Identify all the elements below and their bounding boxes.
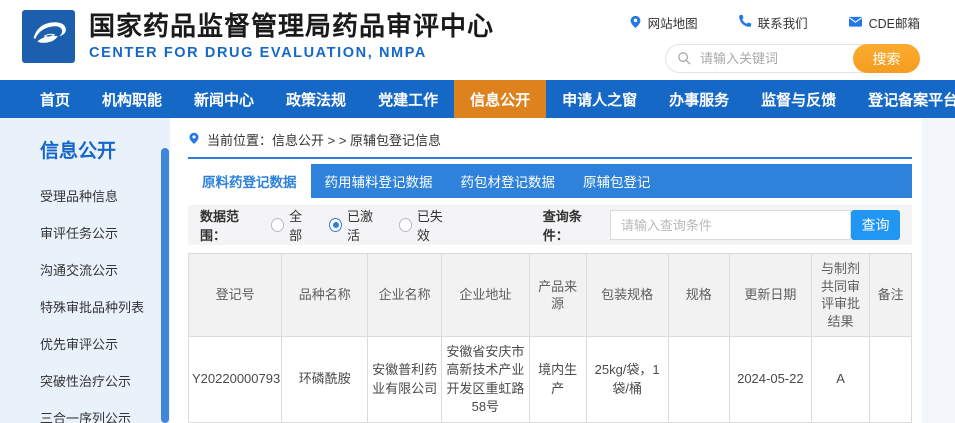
quick-link-contact[interactable]: 联系我们 (738, 13, 808, 32)
sidebar-item-communication[interactable]: 沟通交流公示 (40, 251, 170, 288)
header-cell-remarks: 备注 (870, 254, 912, 337)
cell-company-address: 安徽省安庆市高新技术产业开发区重虹路58号 (442, 337, 530, 423)
radio-label: 全部 (289, 206, 313, 244)
header-cell-reg-number: 登记号 (189, 254, 282, 337)
sidebar-item-review-tasks[interactable]: 审评任务公示 (40, 214, 170, 251)
quick-link-label: 联系我们 (758, 13, 808, 32)
right-margin-strip (922, 118, 955, 423)
main-panel: 当前位置：信息公开 > > 原辅包登记信息 原料药登记数据 药用辅料登记数据 药… (170, 118, 922, 423)
table-header-row: 登记号 品种名称 企业名称 企业地址 产品来源 包装规格 规格 更新日期 与制剂… (189, 254, 912, 337)
breadcrumb-pin-icon (188, 131, 200, 148)
location-pin-icon (629, 14, 642, 32)
sidebar: 信息公开 受理品种信息 审评任务公示 沟通交流公示 特殊审批品种列表 优先审评公… (0, 118, 170, 423)
nav-item-applicant-window[interactable]: 申请人之窗 (546, 80, 653, 118)
quick-links: 网站地图 联系我们 CDE邮箱 (629, 13, 920, 32)
radio-label: 已激活 (347, 206, 383, 244)
nav-item-policies[interactable]: 政策法规 (270, 80, 362, 118)
cell-product-source: 境内生产 (529, 337, 586, 423)
header-cell-variety-name: 品种名称 (282, 254, 368, 337)
sidebar-item-priority-review[interactable]: 优先审评公示 (40, 325, 170, 362)
sidebar-item-accepted-varieties[interactable]: 受理品种信息 (40, 177, 170, 214)
tab-registration[interactable]: 原辅包登记 (569, 164, 665, 198)
logo-swoosh-icon (27, 12, 71, 61)
nav-item-home[interactable]: 首页 (24, 80, 86, 118)
cell-spec (668, 337, 729, 423)
nav-item-services[interactable]: 办事服务 (653, 80, 745, 118)
radio-label: 已失效 (417, 206, 453, 244)
radio-activated[interactable]: 已激活 (329, 206, 383, 244)
header-cell-company-address: 企业地址 (442, 254, 530, 337)
quick-link-label: CDE邮箱 (869, 13, 920, 32)
header-cell-product-source: 产品来源 (529, 254, 586, 337)
quick-link-label: 网站地图 (648, 13, 698, 32)
tab-api-data[interactable]: 原料药登记数据 (188, 164, 311, 198)
sidebar-scrollbar[interactable] (161, 148, 169, 423)
nav-item-info-disclosure[interactable]: 信息公开 (454, 80, 546, 118)
nav-item-functions[interactable]: 机构职能 (86, 80, 178, 118)
registration-data-table: 登记号 品种名称 企业名称 企业地址 产品来源 包装规格 规格 更新日期 与制剂… (188, 253, 912, 423)
cell-reg-number: Y20220000793 (189, 337, 282, 423)
sidebar-item-breakthrough-therapy[interactable]: 突破性治疗公示 (40, 362, 170, 399)
sidebar-item-three-in-one[interactable]: 三合一序列公示 (40, 399, 170, 423)
site-title: 国家药品监督管理局药品审评中心 (89, 10, 494, 42)
table-row[interactable]: Y20220000793 环磷酰胺 安徽普利药业有限公司 安徽省安庆市高新技术产… (189, 337, 912, 423)
query-button[interactable]: 查询 (851, 210, 900, 240)
cell-update-date: 2024-05-22 (729, 337, 811, 423)
cell-package-spec: 25kg/袋，1袋/桶 (586, 337, 668, 423)
nav-item-registration-platform[interactable]: 登记备案平台 (852, 80, 955, 118)
nav-item-party-building[interactable]: 党建工作 (362, 80, 454, 118)
phone-icon (738, 14, 752, 31)
search-icon (677, 51, 692, 71)
radio-all[interactable]: 全部 (271, 206, 313, 244)
nav-item-supervision-feedback[interactable]: 监督与反馈 (745, 80, 852, 118)
header-cell-joint-review-result: 与制剂共同审评审批结果 (811, 254, 869, 337)
tab-packaging-data[interactable]: 药包材登记数据 (447, 164, 570, 198)
header-cell-spec: 规格 (668, 254, 729, 337)
scope-radio-group: 全部 已激活 已失效 (271, 206, 453, 244)
header-cell-company-name: 企业名称 (368, 254, 442, 337)
sidebar-item-special-approval-list[interactable]: 特殊审批品种列表 (40, 288, 170, 325)
filter-bar: 数据范围： 全部 已激活 已失效 查询条件： 查询 (188, 205, 912, 245)
scope-label: 数据范围： (200, 206, 261, 244)
search-button[interactable]: 搜索 (853, 44, 920, 73)
header: 国家药品监督管理局药品审评中心 CENTER FOR DRUG EVALUATI… (0, 0, 955, 80)
breadcrumb: 当前位置：信息公开 > > 原辅包登记信息 (188, 130, 912, 148)
content-area: 信息公开 受理品种信息 审评任务公示 沟通交流公示 特殊审批品种列表 优先审评公… (0, 118, 955, 423)
quick-link-mailbox[interactable]: CDE邮箱 (848, 13, 920, 32)
nav-item-news[interactable]: 新闻中心 (178, 80, 270, 118)
header-cell-update-date: 更新日期 (729, 254, 811, 337)
header-search: 搜索 (665, 44, 920, 73)
radio-circle-icon (329, 218, 342, 232)
site-title-block: 国家药品监督管理局药品审评中心 CENTER FOR DRUG EVALUATI… (89, 10, 494, 61)
tab-excipient-data[interactable]: 药用辅料登记数据 (311, 164, 447, 198)
radio-circle-icon (399, 218, 412, 232)
sidebar-title: 信息公开 (40, 136, 170, 163)
radio-circle-icon (271, 218, 284, 232)
sidebar-list: 受理品种信息 审评任务公示 沟通交流公示 特殊审批品种列表 优先审评公示 突破性… (0, 177, 170, 423)
tab-bar: 原料药登记数据 药用辅料登记数据 药包材登记数据 原辅包登记 (188, 164, 912, 198)
cell-joint-review-result: A (811, 337, 869, 423)
breadcrumb-text: 当前位置：信息公开 > > 原辅包登记信息 (207, 130, 441, 149)
site-subtitle: CENTER FOR DRUG EVALUATION, NMPA (89, 45, 494, 61)
cell-company-name: 安徽普利药业有限公司 (368, 337, 442, 423)
section-divider (188, 157, 912, 159)
radio-expired[interactable]: 已失效 (399, 206, 453, 244)
mail-icon (848, 15, 863, 31)
query-input[interactable] (610, 210, 851, 240)
cde-logo[interactable] (22, 10, 75, 63)
quick-link-sitemap[interactable]: 网站地图 (629, 13, 698, 32)
cell-remarks (870, 337, 912, 423)
query-label: 查询条件： (543, 206, 604, 244)
main-nav: 首页 机构职能 新闻中心 政策法规 党建工作 信息公开 申请人之窗 办事服务 监… (0, 80, 955, 118)
header-cell-package-spec: 包装规格 (586, 254, 668, 337)
cell-variety-name: 环磷酰胺 (282, 337, 368, 423)
